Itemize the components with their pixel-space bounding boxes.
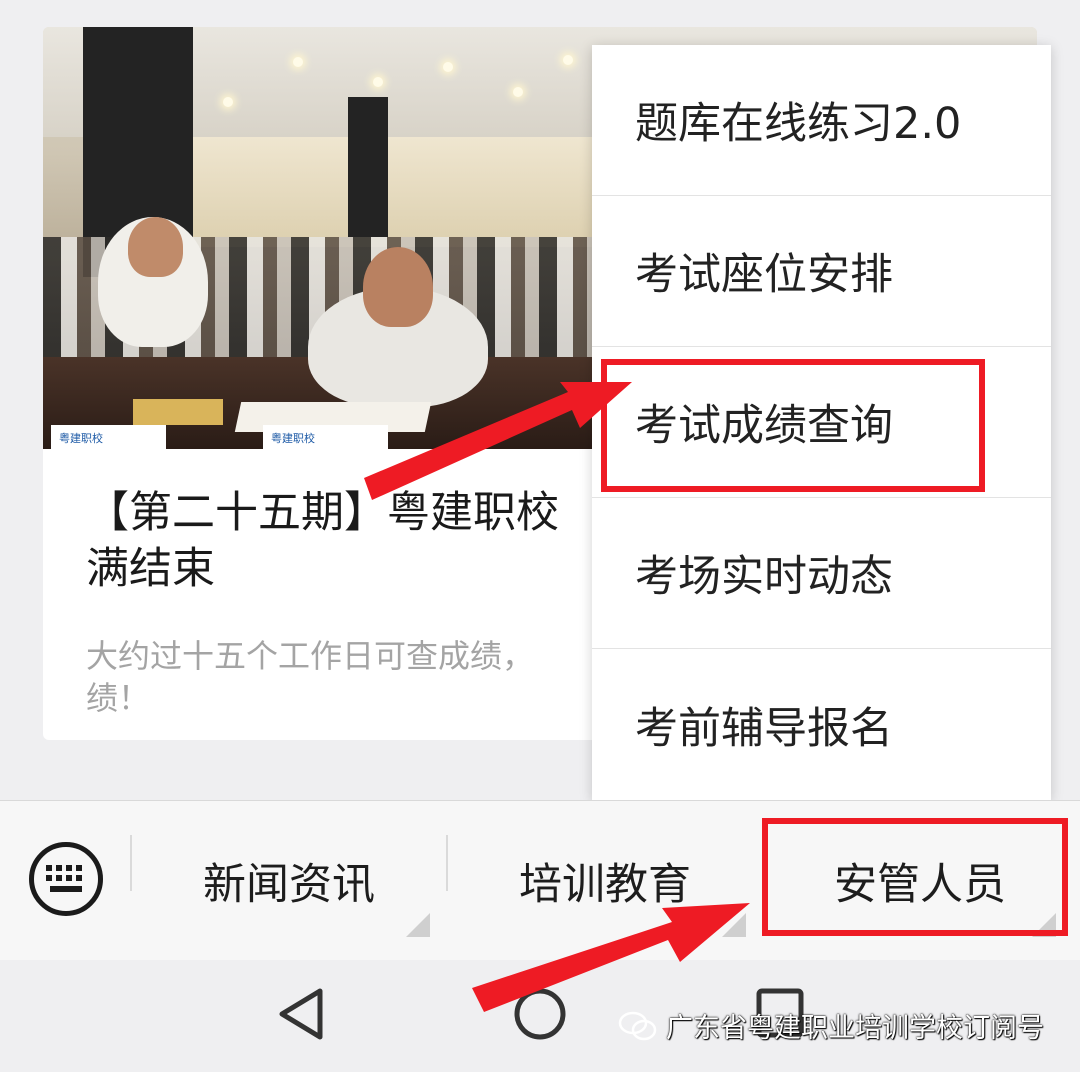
arrow-to-score-query: [364, 382, 632, 500]
annotation-arrows: [364, 382, 750, 1012]
arrow-to-safety-staff: [472, 903, 750, 1012]
